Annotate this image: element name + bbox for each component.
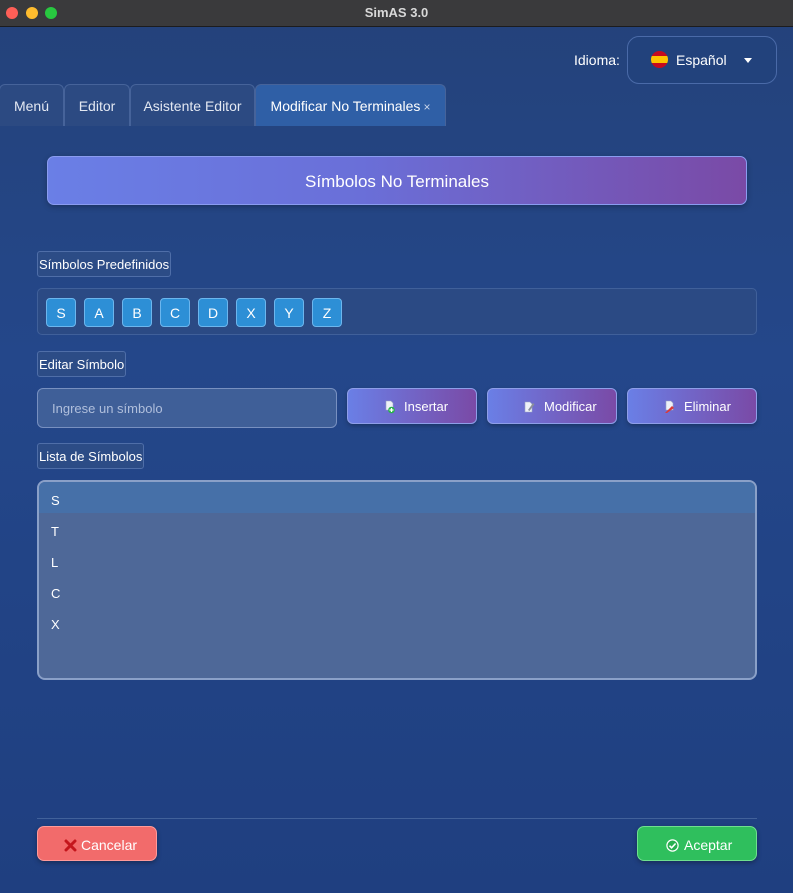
chevron-down-icon <box>744 58 752 63</box>
cancel-button-label: Cancelar <box>81 837 138 853</box>
edit-symbol-label: Editar Símbolo <box>37 351 127 377</box>
edit-document-icon <box>524 401 535 413</box>
symbol-button-s[interactable]: S <box>46 298 76 327</box>
tab-label: Modificar No Terminales <box>270 98 421 114</box>
language-label: Idioma: <box>574 52 620 68</box>
symbol-input[interactable] <box>38 389 336 427</box>
tab-modificar-no-terminales[interactable]: Modificar No Terminales × <box>255 84 446 126</box>
symbol-button-d[interactable]: D <box>198 298 228 327</box>
tab-label: Menú <box>13 98 50 114</box>
insert-button[interactable]: Insertar <box>347 388 477 424</box>
page-title: Símbolos No Terminales <box>47 156 747 205</box>
cancel-x-icon <box>64 839 77 852</box>
symbol-input-wrapper <box>37 388 337 428</box>
footer-divider <box>37 818 757 819</box>
symbol-button-b[interactable]: B <box>122 298 152 327</box>
symbol-button-x[interactable]: X <box>236 298 266 327</box>
symbol-list-label: Lista de Símbolos <box>37 443 145 469</box>
symbol-button-z[interactable]: Z <box>312 298 342 327</box>
tab-close-icon[interactable]: × <box>423 100 430 114</box>
language-selected-value: Español <box>676 52 727 68</box>
cancel-button[interactable]: Cancelar <box>37 826 157 861</box>
symbol-button-c[interactable]: C <box>160 298 190 327</box>
delete-button[interactable]: Eliminar <box>627 388 757 424</box>
list-item[interactable]: C <box>39 575 755 606</box>
page-title-text: Símbolos No Terminales <box>305 172 489 191</box>
list-item[interactable]: L <box>39 544 755 575</box>
insert-button-label: Insertar <box>404 399 449 414</box>
symbol-button-y[interactable]: Y <box>274 298 304 327</box>
predefined-symbols-label: Símbolos Predefinidos <box>37 251 172 277</box>
checkmark-icon <box>666 839 679 852</box>
symbol-button-a[interactable]: A <box>84 298 114 327</box>
delete-document-icon <box>665 400 674 413</box>
list-item[interactable]: X <box>39 606 755 637</box>
list-item[interactable]: T <box>39 513 755 544</box>
predefined-symbols-panel: S A B C D X Y Z <box>37 288 757 335</box>
accept-button[interactable]: Aceptar <box>637 826 757 861</box>
insert-icon <box>385 400 395 414</box>
tab-label: Asistente Editor <box>143 98 242 114</box>
language-select[interactable]: Español <box>627 36 777 84</box>
title-bar: SimAS 3.0 <box>0 0 793 27</box>
tab-asistente-editor[interactable]: Asistente Editor <box>130 84 255 126</box>
list-item[interactable]: S <box>39 482 755 513</box>
window-title: SimAS 3.0 <box>364 5 429 20</box>
modify-button[interactable]: Modificar <box>487 388 617 424</box>
symbol-list[interactable]: S T L C X <box>37 480 757 680</box>
delete-button-label: Eliminar <box>684 399 731 414</box>
tab-menu[interactable]: Menú <box>0 84 64 126</box>
spain-flag-icon <box>651 51 668 68</box>
tab-label: Editor <box>78 98 116 114</box>
modify-button-label: Modificar <box>544 399 597 414</box>
tab-editor[interactable]: Editor <box>64 84 130 126</box>
accept-button-label: Aceptar <box>684 837 733 853</box>
